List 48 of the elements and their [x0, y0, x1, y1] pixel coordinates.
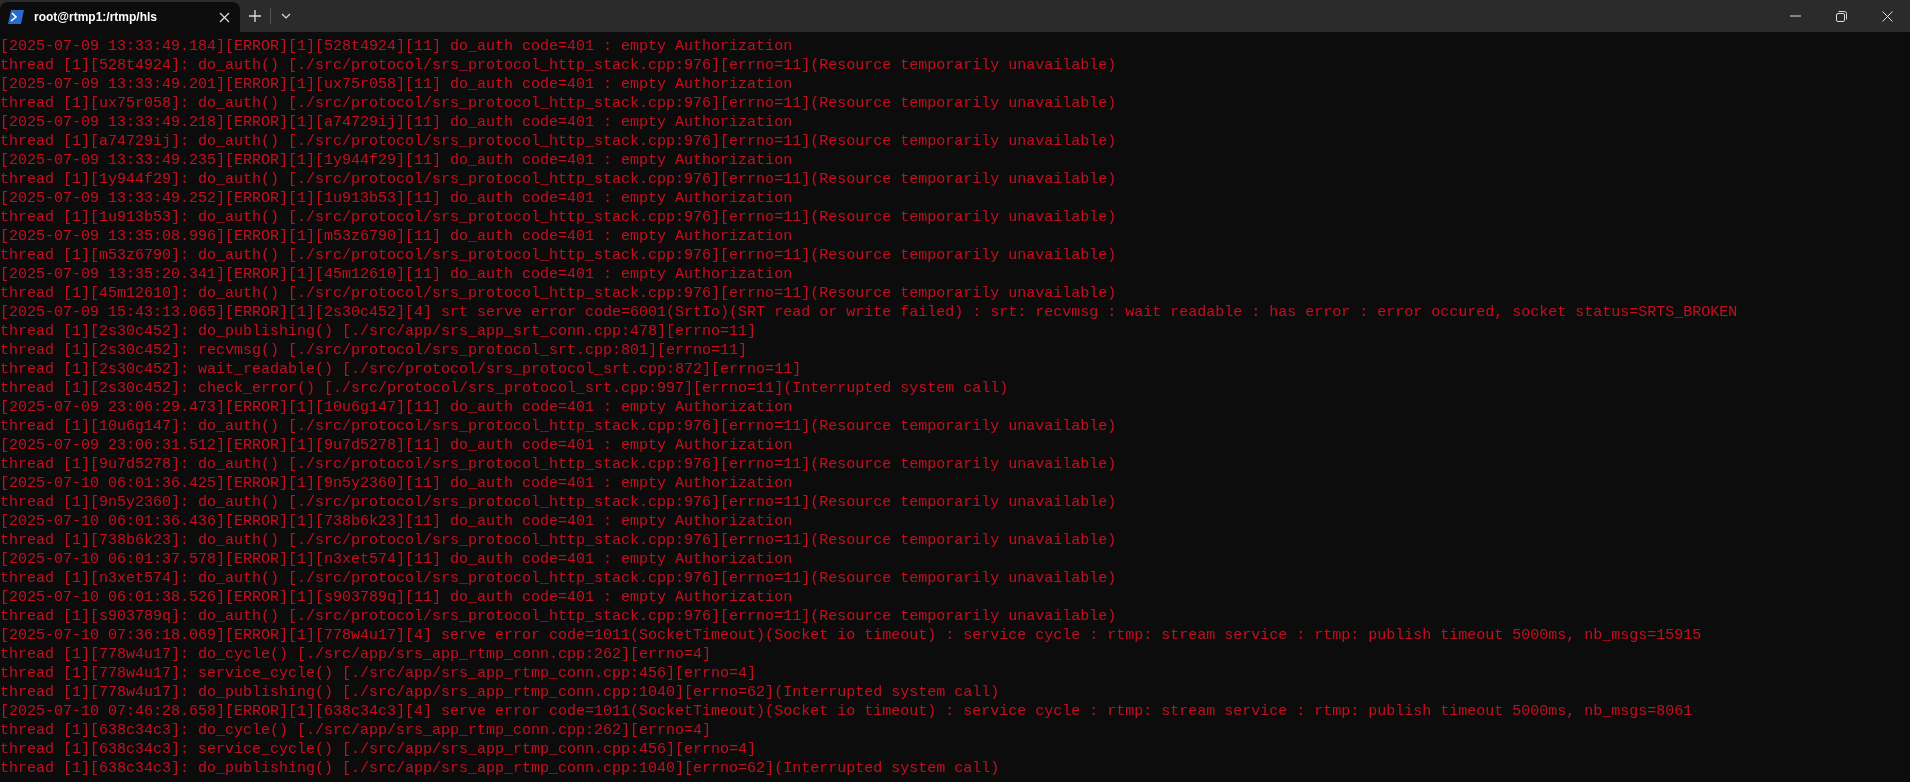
log-line: [2025-07-09 13:33:49.184][ERROR][1][528t4924][11] do_auth code=401 : empty Authorization [0, 38, 793, 55]
log-line: thread [1][1u913b53]: do_auth() [./src/protocol/srs_protocol_http_stack.cpp:976][errno=11](Resource temporarily unavailable) [0, 209, 1117, 226]
plus-icon[interactable] [249, 10, 261, 22]
chevron-down-icon[interactable] [281, 13, 291, 19]
log-line: thread [1][2s30c452]: wait_readable() [./src/protocol/srs_protocol_srt.cpp:872][errno=11] [0, 361, 802, 378]
log-line: thread [1][2s30c452]: do_publishing() [./src/app/srs_app_srt_conn.cpp:478][errno=11] [0, 323, 757, 340]
close-icon[interactable] [219, 11, 230, 23]
log-line: [2025-07-09 23:06:31.512][ERROR][1][9u7d5278][11] do_auth code=401 : empty Authorization [0, 437, 793, 454]
log-line: thread [1][2s30c452]: recvmsg() [./src/protocol/srs_protocol_srt.cpp:801][errno=11] [0, 342, 748, 359]
log-line: thread [1][778w4u17]: service_cycle() [./src/app/srs_app_rtmp_conn.cpp:456][errno=4] [0, 665, 757, 682]
log-line: [2025-07-10 06:01:36.436][ERROR][1][738b6k23][11] do_auth code=401 : empty Authorization [0, 513, 793, 530]
log-line: thread [1][45m12610]: do_auth() [./src/protocol/srs_protocol_http_stack.cpp:976][errno=11](Resource temporarily unavailable) [0, 285, 1117, 302]
log-line: [2025-07-09 23:06:29.473][ERROR][1][10u6g147][11] do_auth code=401 : empty Authorization [0, 399, 793, 416]
log-line: thread [1][778w4u17]: do_cycle() [./src/app/srs_app_rtmp_conn.cpp:262][errno=4] [0, 646, 712, 663]
log-line: thread [1][10u6g147]: do_auth() [./src/protocol/srs_protocol_http_stack.cpp:976][errno=11](Resource temporarily unavailable) [0, 418, 1117, 435]
log-line: thread [1][a74729ij]: do_auth() [./src/protocol/srs_protocol_http_stack.cpp:976][errno=11](Resource temporarily unavailable) [0, 133, 1117, 150]
terminal-tab[interactable]: root@rtmp1:/rtmp/hls [0, 2, 240, 32]
minimize-icon[interactable] [1789, 15, 1801, 17]
log-line: [2025-07-10 07:36:18.069][ERROR][1][778w4u17][4] serve error code=1011(SocketTimeout)(Socket io timeout) : service cycle : rtmp: stream service : rtmp: publish timeout 5000ms, nb_msgs=15915 [0, 627, 1702, 644]
log-line: thread [1][638c34c3]: do_publishing() [./src/app/srs_app_rtmp_conn.cpp:1040][errno=62](Interrupted system call) [0, 760, 1000, 777]
log-line: [2025-07-10 06:01:36.425][ERROR][1][9n5y2360][11] do_auth code=401 : empty Authorization [0, 475, 793, 492]
log-line: thread [1][638c34c3]: do_cycle() [./src/app/srs_app_rtmp_conn.cpp:262][errno=4] [0, 722, 712, 739]
tab-title: root@rtmp1:/rtmp/hls [34, 10, 159, 24]
log-line: thread [1][s903789q]: do_auth() [./src/protocol/srs_protocol_http_stack.cpp:976][errno=11](Resource temporarily unavailable) [0, 608, 1117, 625]
log-line: thread [1][738b6k23]: do_auth() [./src/protocol/srs_protocol_http_stack.cpp:976][errno=11](Resource temporarily unavailable) [0, 532, 1117, 549]
log-line: thread [1][n3xet574]: do_auth() [./src/protocol/srs_protocol_http_stack.cpp:976][errno=11](Resource temporarily unavailable) [0, 570, 1117, 587]
log-line: [2025-07-09 13:33:49.218][ERROR][1][a74729ij][11] do_auth code=401 : empty Authorization [0, 114, 793, 131]
log-line: thread [1][ux75r058]: do_auth() [./src/protocol/srs_protocol_http_stack.cpp:976][errno=11](Resource temporarily unavailable) [0, 95, 1117, 112]
powershell-icon [8, 10, 24, 24]
log-line: thread [1][1y944f29]: do_auth() [./src/protocol/srs_protocol_http_stack.cpp:976][errno=11](Resource temporarily unavailable) [0, 171, 1117, 188]
log-line: [2025-07-10 06:01:37.578][ERROR][1][n3xet574][11] do_auth code=401 : empty Authorization [0, 551, 793, 568]
log-line: thread [1][9n5y2360]: do_auth() [./src/protocol/srs_protocol_http_stack.cpp:976][errno=11](Resource temporarily unavailable) [0, 494, 1117, 511]
close-icon[interactable] [1881, 10, 1893, 22]
log-line: [2025-07-09 13:33:49.235][ERROR][1][1y944f29][11] do_auth code=401 : empty Authorization [0, 152, 793, 169]
log-line: thread [1][2s30c452]: check_error() [./src/protocol/srs_protocol_srt.cpp:997][errno=11](Interrupted system call) [0, 380, 1009, 397]
log-line: [2025-07-09 13:35:20.341][ERROR][1][45m12610][11] do_auth code=401 : empty Authorization [0, 266, 793, 283]
log-line: thread [1][528t4924]: do_auth() [./src/protocol/srs_protocol_http_stack.cpp:976][errno=11](Resource temporarily unavailable) [0, 57, 1117, 74]
log-line: [2025-07-09 13:33:49.201][ERROR][1][ux75r058][11] do_auth code=401 : empty Authorization [0, 76, 793, 93]
log-line: thread [1][638c34c3]: service_cycle() [./src/app/srs_app_rtmp_conn.cpp:456][errno=4] [0, 741, 757, 758]
log-line: [2025-07-09 13:33:49.252][ERROR][1][1u913b53][11] do_auth code=401 : empty Authorization [0, 190, 793, 207]
log-line: [2025-07-10 07:46:28.658][ERROR][1][638c34c3][4] serve error code=1011(SocketTimeout)(Socket io timeout) : service cycle : rtmp: stream service : rtmp: publish timeout 5000ms, nb_msgs=8061 [0, 703, 1693, 720]
log-line: thread [1][m53z6790]: do_auth() [./src/protocol/srs_protocol_http_stack.cpp:976][errno=11](Resource temporarily unavailable) [0, 247, 1117, 264]
log-line: [2025-07-09 15:43:13.065][ERROR][1][2s30c452][4] srt serve error code=6001(SrtIo)(SRT read or write failed) : srt: recvmsg : wait readable : has error : error occured, socket status=SRTS_BROKEN [0, 304, 1738, 321]
log-line: thread [1][9u7d5278]: do_auth() [./src/protocol/srs_protocol_http_stack.cpp:976][errno=11](Resource temporarily unavailable) [0, 456, 1117, 473]
log-line: thread [1][778w4u17]: do_publishing() [./src/app/srs_app_rtmp_conn.cpp:1040][errno=62](Interrupted system call) [0, 684, 1000, 701]
log-line: [2025-07-10 06:01:38.526][ERROR][1][s903789q][11] do_auth code=401 : empty Authorization [0, 589, 793, 606]
restore-icon[interactable] [1835, 10, 1847, 22]
log-line: [2025-07-09 13:35:08.996][ERROR][1][m53z6790][11] do_auth code=401 : empty Authorization [0, 228, 793, 245]
